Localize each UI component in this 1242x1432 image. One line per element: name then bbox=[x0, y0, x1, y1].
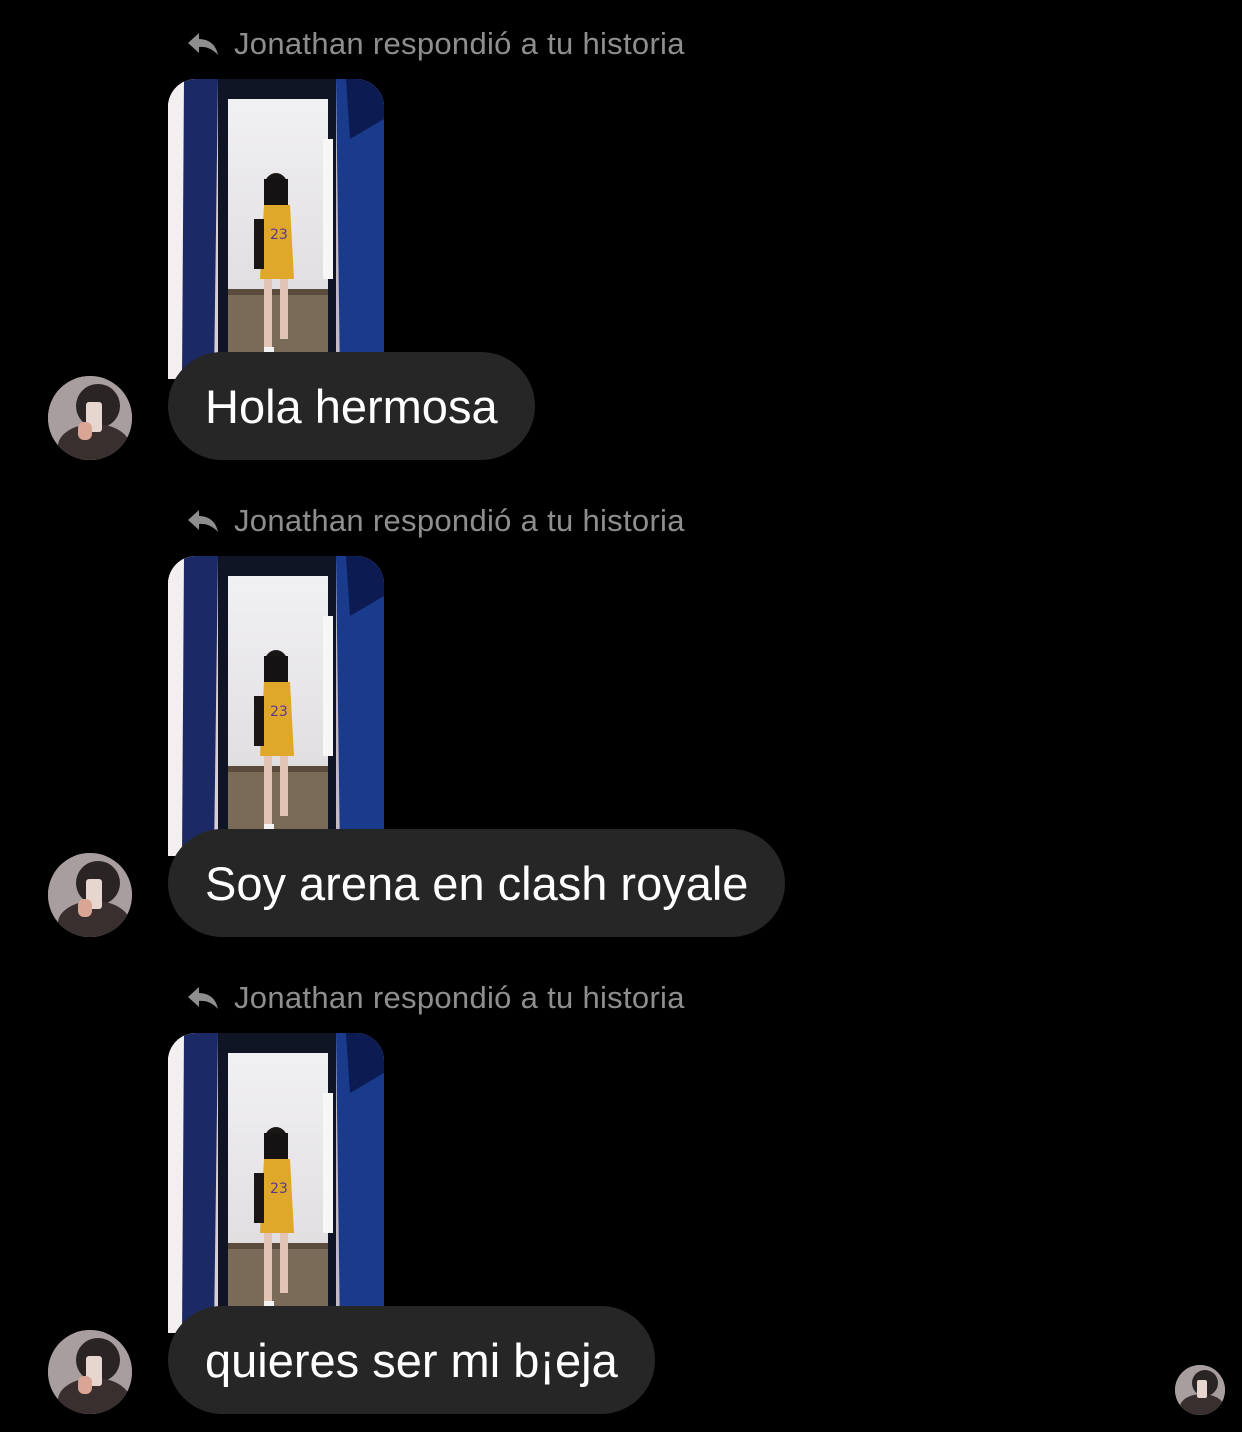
message-bubble[interactable]: Soy arena en clash royale bbox=[168, 829, 786, 937]
svg-text:23: 23 bbox=[270, 1181, 288, 1197]
message-group: Jonathan respondió a tu historia bbox=[0, 16, 1242, 460]
message-bubble[interactable]: Hola hermosa bbox=[168, 352, 535, 460]
story-preview-image[interactable]: 23 bbox=[168, 79, 384, 379]
message-text: Soy arena en clash royale bbox=[205, 856, 749, 910]
reply-label-text: Jonathan respondió a tu historia bbox=[234, 26, 685, 61]
svg-text:23: 23 bbox=[270, 227, 288, 243]
message-thread: Jonathan respondió a tu historia 23 Hola… bbox=[0, 0, 1242, 1432]
message-group: Jonathan respondió a tu historia bbox=[0, 970, 1242, 1414]
reply-label-text: Jonathan respondió a tu historia bbox=[234, 980, 685, 1015]
story-preview-image[interactable]: 23 bbox=[168, 556, 384, 856]
message-text: Hola hermosa bbox=[205, 379, 498, 433]
svg-text:23: 23 bbox=[270, 704, 288, 720]
reply-label-text: Jonathan respondió a tu historia bbox=[234, 503, 685, 538]
story-reply-label: Jonathan respondió a tu historia bbox=[186, 24, 685, 64]
story-preview-image[interactable]: 23 bbox=[168, 1033, 384, 1333]
reply-arrow-icon bbox=[186, 984, 222, 1012]
message-text: quieres ser mi b¡eja bbox=[205, 1333, 618, 1387]
user-avatar[interactable] bbox=[48, 376, 132, 460]
story-reply-label: Jonathan respondió a tu historia bbox=[186, 501, 685, 541]
user-avatar[interactable] bbox=[48, 853, 132, 937]
user-avatar[interactable] bbox=[48, 1330, 132, 1414]
message-group: Jonathan respondió a tu historia bbox=[0, 493, 1242, 937]
seen-avatar bbox=[1175, 1365, 1225, 1415]
story-reply-label: Jonathan respondió a tu historia bbox=[186, 978, 685, 1018]
reply-arrow-icon bbox=[186, 30, 222, 58]
reply-arrow-icon bbox=[186, 507, 222, 535]
message-bubble[interactable]: quieres ser mi b¡eja bbox=[168, 1306, 655, 1414]
